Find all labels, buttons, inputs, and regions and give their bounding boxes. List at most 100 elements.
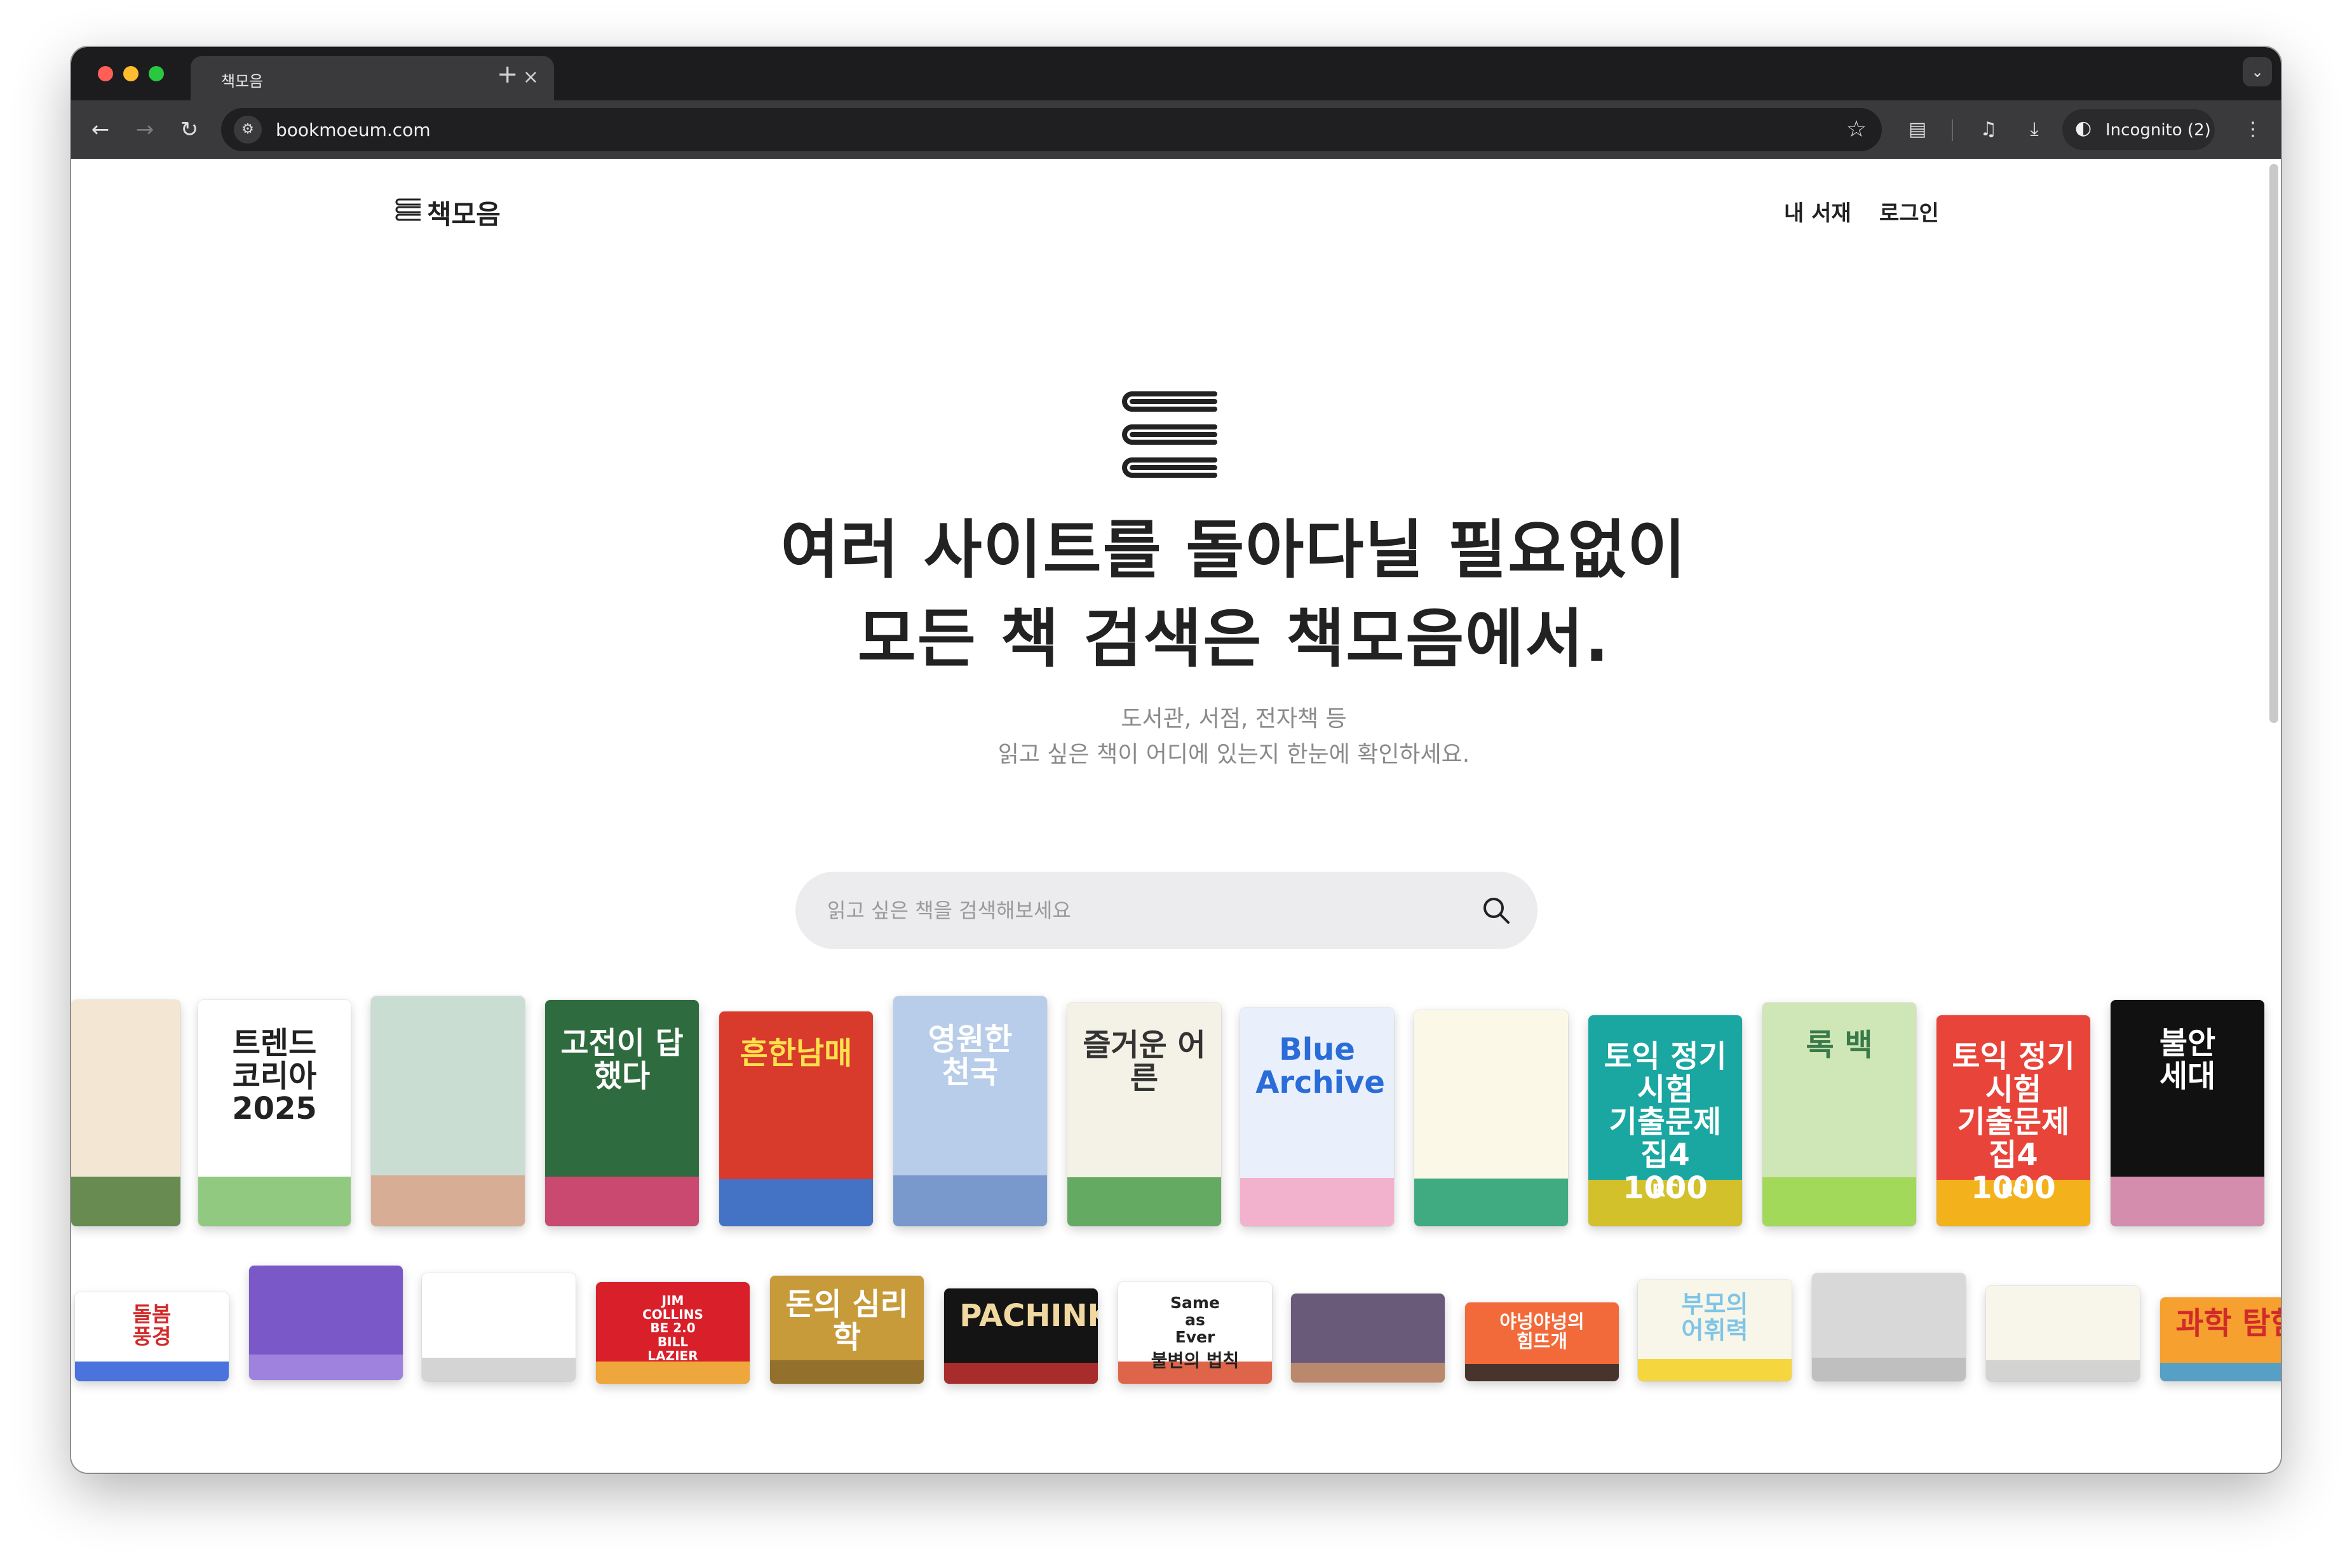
book-cover[interactable]: 즐거운 어른	[1067, 1003, 1221, 1226]
cover-accent-band	[893, 1175, 1047, 1226]
reading-mode-icon[interactable]: ▤	[1902, 114, 1933, 145]
tab-strip: 책모음 × + ⌄	[71, 47, 2281, 100]
book-title: 부모의 어휘력	[1681, 1290, 1748, 1345]
book-title: 흔한남매	[740, 1035, 853, 1071]
minimize-window-button[interactable]	[123, 66, 139, 81]
books-stack-icon	[1122, 391, 1217, 478]
book-subtitle: RC	[1651, 1179, 1679, 1201]
cover-accent-band	[1067, 1177, 1221, 1226]
book-cover[interactable]: 고전이 답했다	[545, 1000, 699, 1226]
cover-accent-band	[1986, 1360, 2140, 1381]
book-cover[interactable]: 돈의 심리학	[770, 1276, 924, 1384]
book-title: 트렌드 코리아 2025	[232, 1025, 317, 1127]
book-title: PACHINKO	[959, 1298, 1098, 1334]
book-title: 영원한 천국	[928, 1022, 1013, 1091]
book-title: 고전이 답했다	[560, 1025, 684, 1094]
book-cover[interactable]: JIM COLLINS BE 2.0 BILL LAZIER	[596, 1282, 750, 1384]
book-title: 록 백	[1806, 1027, 1873, 1064]
hero-headline-line2: 모든 책 검색은 책모음에서.	[857, 602, 1611, 676]
book-cover[interactable]: 야넝야넝의 힘뜨개	[1465, 1302, 1619, 1381]
address-bar[interactable]: ⚙ bookmoeum.com ☆	[221, 108, 1882, 151]
books-stack-icon	[395, 198, 421, 221]
back-arrow-icon[interactable]: ←	[85, 114, 116, 145]
cover-accent-band	[1291, 1363, 1445, 1382]
book-cover[interactable]: 영원한 천국	[893, 996, 1047, 1226]
book-cover[interactable]	[1291, 1294, 1445, 1382]
cover-accent-band	[249, 1355, 403, 1380]
book-cover[interactable]: 과학 탐험	[2160, 1297, 2281, 1381]
cover-accent-band	[1465, 1364, 1619, 1381]
toolbar-divider	[1952, 119, 1953, 141]
book-cover[interactable]	[422, 1273, 576, 1381]
nav-my-library[interactable]: 내 서재	[1784, 196, 1851, 227]
book-cover[interactable]	[249, 1266, 403, 1380]
more-menu-icon[interactable]: ⋮	[2238, 114, 2268, 145]
cover-accent-band	[1414, 1179, 1568, 1226]
book-cover[interactable]	[371, 996, 525, 1226]
cover-accent-band	[422, 1358, 576, 1381]
book-title: Same as Ever	[1170, 1294, 1220, 1347]
hero-subtext-line2: 읽고 싶은 책이 어디에 있는지 한눈에 확인하세요.	[997, 741, 1470, 767]
maximize-window-button[interactable]	[149, 66, 164, 81]
book-title: 돌봄 풍경	[132, 1301, 172, 1349]
browser-window: 책모음 × + ⌄ ← → ↻ ⚙ bookmoeum.com ☆ ▤ ♫ ⤓ …	[71, 47, 2281, 1473]
incognito-label: Incognito (2)	[2105, 121, 2211, 140]
book-cover[interactable]: 불안 세대	[2111, 1000, 2264, 1226]
book-cover[interactable]: 트렌드 코리아 2025	[198, 1000, 351, 1226]
close-window-button[interactable]	[98, 66, 113, 81]
search-input[interactable]	[826, 891, 1438, 930]
book-cover[interactable]	[71, 1000, 180, 1226]
book-cover[interactable]: Same as Ever 불변의 법칙	[1118, 1282, 1272, 1384]
site-settings-icon[interactable]: ⚙	[234, 116, 262, 144]
book-cover[interactable]	[1812, 1273, 1966, 1381]
browser-toolbar: ← → ↻ ⚙ bookmoeum.com ☆ ▤ ♫ ⤓ ◐ Incognit…	[71, 100, 2281, 159]
scrollbar[interactable]	[2269, 164, 2278, 723]
media-controls-icon[interactable]: ♫	[1973, 114, 2004, 145]
cover-accent-band	[944, 1363, 1098, 1384]
book-cover[interactable]: 흔한남매	[719, 1011, 873, 1226]
tab-title: 책모음	[221, 72, 264, 90]
incognito-profile-button[interactable]: ◐ Incognito (2)	[2062, 109, 2215, 150]
search-icon[interactable]	[1480, 895, 1512, 926]
incognito-icon: ◐	[2075, 117, 2092, 139]
book-title: 즐거운 어른	[1083, 1027, 1206, 1097]
tab-close-icon[interactable]: ×	[523, 65, 539, 90]
cover-accent-band	[596, 1362, 750, 1384]
hero-headline-line1: 여러 사이트를 돌아다닐 필요없이	[780, 513, 1687, 587]
book-title: 야넝야넝의 힘뜨개	[1499, 1310, 1585, 1353]
cover-accent-band	[2111, 1177, 2264, 1226]
cover-accent-band	[770, 1360, 924, 1384]
cover-accent-band	[1812, 1358, 1966, 1381]
cover-accent-band	[75, 1362, 229, 1381]
book-title: Blue Archive	[1255, 1032, 1385, 1101]
book-cover[interactable]	[1986, 1286, 2140, 1381]
book-title: JIM COLLINS BE 2.0 BILL LAZIER	[642, 1293, 703, 1363]
bookmark-star-icon[interactable]: ☆	[1846, 114, 1867, 145]
tab-search-chevron-icon[interactable]: ⌄	[2243, 57, 2272, 86]
book-cover[interactable]: 부모의 어휘력	[1638, 1280, 1792, 1381]
book-cover[interactable]: 돌봄 풍경	[75, 1292, 229, 1381]
book-cover[interactable]: Blue Archive	[1240, 1008, 1394, 1226]
forward-arrow-icon[interactable]: →	[130, 114, 160, 145]
book-title: 돈의 심리학	[785, 1287, 909, 1356]
new-tab-button[interactable]: +	[497, 58, 518, 90]
book-cover[interactable]: PACHINKO	[944, 1288, 1098, 1384]
cover-accent-band	[2160, 1363, 2281, 1381]
cover-accent-band	[371, 1175, 525, 1226]
cover-accent-band	[545, 1177, 699, 1226]
cover-accent-band	[1240, 1178, 1394, 1226]
cover-accent-band	[71, 1177, 180, 1226]
book-title: 불안 세대	[2159, 1025, 2216, 1094]
url-text[interactable]: bookmoeum.com	[276, 119, 431, 140]
reload-icon[interactable]: ↻	[174, 114, 205, 145]
book-cover[interactable]: 토익 정기시험 기출문제집4 1000 RC	[1588, 1015, 1742, 1226]
cover-accent-band	[1638, 1359, 1792, 1381]
book-cover[interactable]: 토익 정기시험 기출문제집4 1000 LC	[1936, 1015, 2090, 1226]
book-cover[interactable]	[1414, 1010, 1568, 1226]
book-title: 과학 탐험	[2175, 1305, 2281, 1341]
book-cover[interactable]: 록 백	[1762, 1003, 1916, 1226]
download-icon[interactable]: ⤓	[2019, 114, 2050, 145]
cover-accent-band	[198, 1177, 351, 1226]
cover-accent-band	[1762, 1177, 1916, 1226]
nav-login[interactable]: 로그인	[1879, 196, 1939, 227]
